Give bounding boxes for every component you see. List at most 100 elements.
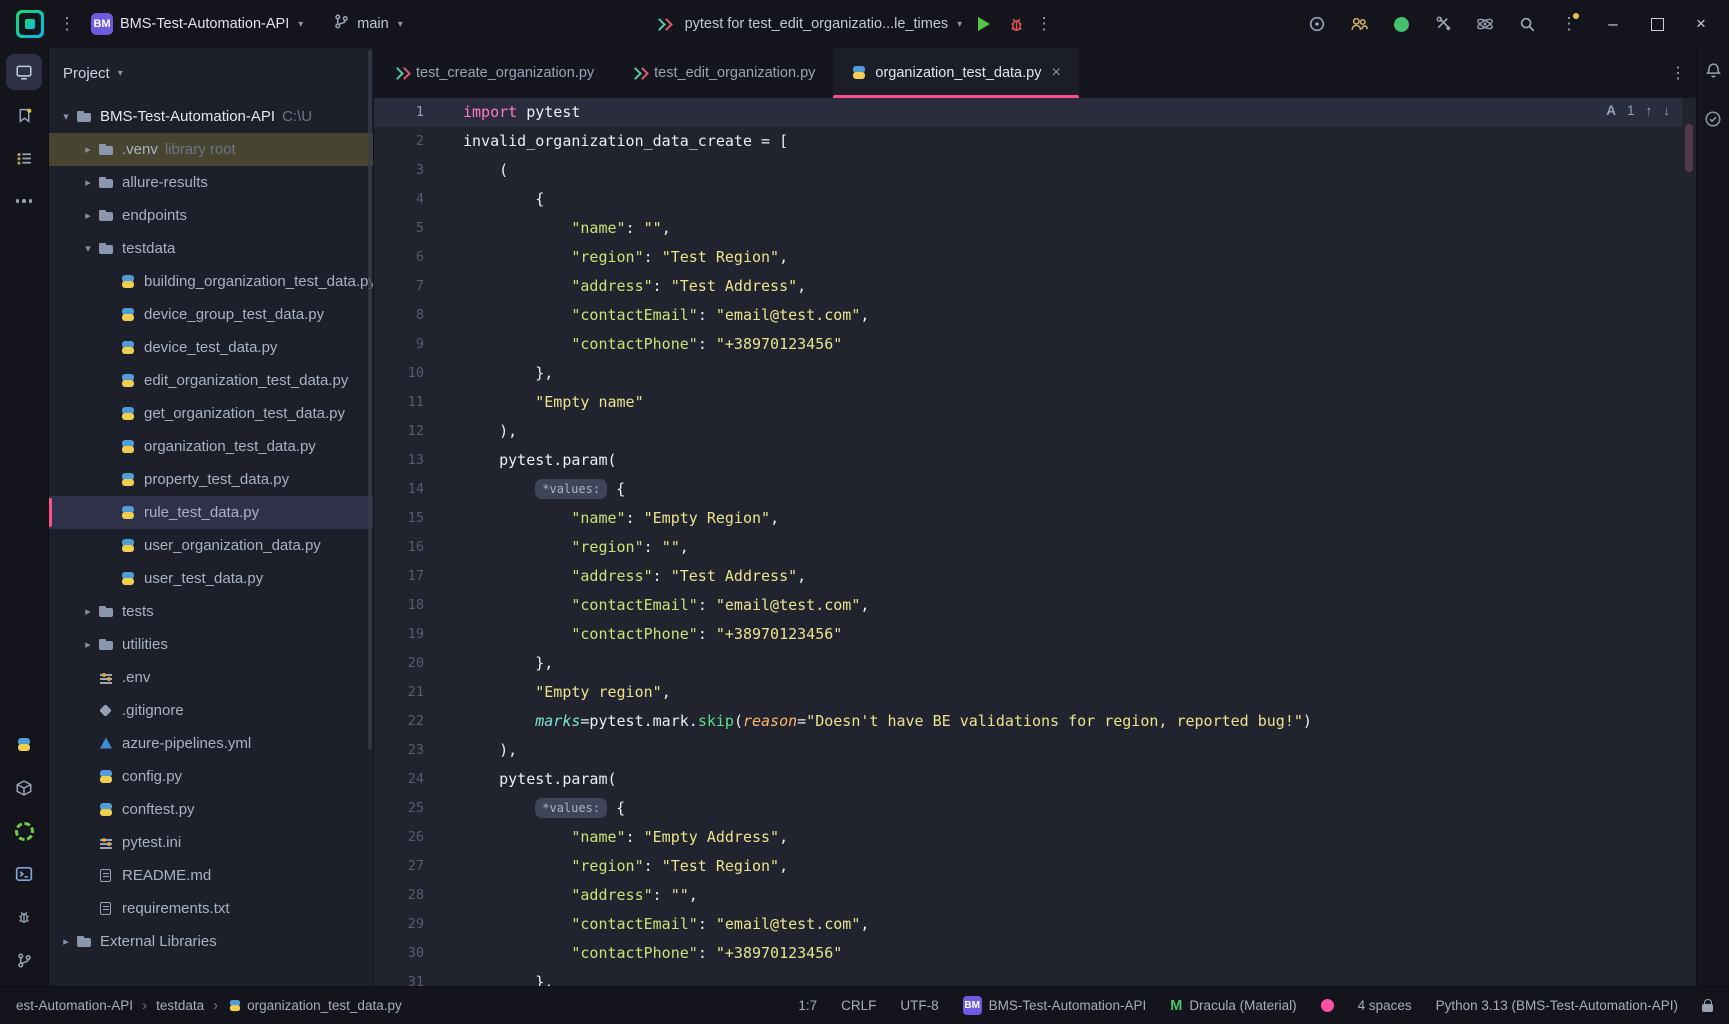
editor-scrollbar-thumb[interactable] [1685,124,1693,172]
terminal-icon[interactable] [6,856,42,892]
tree-item[interactable]: requirements.txt [49,892,373,925]
tree-item[interactable]: get_organization_test_data.py [49,397,373,430]
tree-item[interactable]: config.py [49,760,373,793]
problems-bug-icon[interactable] [6,899,42,935]
python-packages-icon[interactable] [6,770,42,806]
tree-item[interactable]: README.md [49,859,373,892]
editor-tab[interactable]: test_create_organization.py [374,48,612,98]
tree-item-extra: library root [165,141,236,158]
editor-tab[interactable]: organization_test_data.py× [833,48,1078,98]
code-token: , [779,828,788,846]
tree-item[interactable]: pytest.ini [49,826,373,859]
indent-style[interactable]: 4 spaces [1358,998,1412,1013]
tree-item[interactable]: ▸tests [49,595,373,628]
chevron-down-icon: ▾ [118,68,123,79]
code-editor[interactable]: 1import pytest2invalid_organization_data… [374,98,1696,986]
inspections-status-icon[interactable] [1704,110,1722,133]
search-everywhere-icon[interactable] [1511,9,1543,39]
project-toolwindow-icon[interactable] [6,54,42,90]
code-token: reason [743,712,797,730]
settings-more-icon[interactable]: ⋮ [1553,9,1585,39]
previous-occurrence-icon[interactable]: ↑ [1646,103,1653,118]
breadcrumb-item[interactable]: est-Automation-API [16,998,133,1013]
window-close-button[interactable]: × [1679,8,1723,40]
next-occurrence-icon[interactable]: ↓ [1663,103,1670,118]
notifications-bell-icon[interactable] [1705,62,1722,84]
tree-item[interactable]: rule_test_data.py [49,496,373,529]
services-gear-icon[interactable] [6,813,42,849]
run-configuration-widget[interactable]: pytest for test_edit_organizatio...le_ti… [648,16,969,32]
tree-item[interactable]: building_organization_test_data.py [49,265,373,298]
tree-item[interactable]: device_group_test_data.py [49,298,373,331]
main-menu-icon[interactable]: ⋮ [55,14,79,34]
python-interpreter[interactable]: Python 3.13 (BMS-Test-Automation-API) [1436,998,1678,1013]
run-button[interactable] [978,17,990,31]
code-with-me-users-icon[interactable] [1343,9,1375,39]
left-toolwindow-bar [0,48,49,986]
plugins-atom-icon[interactable] [1469,9,1501,39]
code-token: ( [734,712,743,730]
tree-item[interactable]: edit_organization_test_data.py [49,364,373,397]
line-number: 1 [374,98,424,127]
run-more-options-icon[interactable]: ⋮ [1032,14,1056,34]
project-chip: BM [91,13,113,35]
breadcrumb-item[interactable]: testdata [156,998,204,1013]
pycharm-logo[interactable] [16,10,44,38]
tree-item[interactable]: ▸.venvlibrary root [49,133,373,166]
file-encoding[interactable]: UTF-8 [900,998,938,1013]
debug-button[interactable] [1000,9,1032,39]
code-text: "Empty region", [424,678,671,707]
window-minimize-button[interactable]: – [1591,8,1635,40]
tree-item[interactable]: user_organization_data.py [49,529,373,562]
tree-item[interactable]: ▾BMS-Test-Automation-APIC:\U [49,100,373,133]
window-maximize-button[interactable] [1635,8,1679,40]
more-toolwindows-icon[interactable] [6,183,42,219]
build-tools-icon[interactable] [1427,9,1459,39]
line-separator[interactable]: CRLF [841,998,876,1013]
vcs-widget[interactable]: main ▾ [327,13,408,35]
tree-item[interactable]: property_test_data.py [49,463,373,496]
version-control-icon[interactable] [6,942,42,978]
code-token: "Test Region" [662,248,779,266]
tree-item[interactable]: conftest.py [49,793,373,826]
tree-item[interactable]: ▸utilities [49,628,373,661]
jetbrains-ai-icon[interactable] [1301,9,1333,39]
tab-close-icon[interactable]: × [1051,64,1060,82]
bookmarks-icon[interactable] [6,97,42,133]
tree-item[interactable]: .env [49,661,373,694]
project-widget[interactable]: BMBMS-Test-Automation-API [963,996,1147,1015]
tree-item[interactable]: azure-pipelines.yml [49,727,373,760]
tree-item[interactable]: user_test_data.py [49,562,373,595]
tree-item[interactable]: .gitignore [49,694,373,727]
caret-position[interactable]: 1:7 [798,998,817,1013]
tree-item-label: pytest.ini [122,834,181,851]
project-panel-header[interactable]: Project ▾ [49,48,373,98]
structure-icon[interactable] [6,140,42,176]
breadcrumb-item[interactable]: organization_test_data.py [227,998,402,1014]
tree-item[interactable]: ▸External Libraries [49,925,373,958]
editor-scrollbar[interactable] [1682,98,1696,986]
python-console-icon[interactable] [6,727,42,763]
code-line: 20 }, [374,649,1682,678]
tree-item[interactable]: device_test_data.py [49,331,373,364]
project-widget[interactable]: BM BMS-Test-Automation-API ▾ [85,13,309,35]
tree-item[interactable]: organization_test_data.py [49,430,373,463]
service-status-icon[interactable] [1385,9,1417,39]
tree-item[interactable]: ▾testdata [49,232,373,265]
theme-widget[interactable]: MDracula (Material) [1170,998,1296,1014]
tree-item[interactable]: ▸endpoints [49,199,373,232]
run-configuration-name: pytest for test_edit_organizatio...le_ti… [685,16,949,32]
line-number: 14 [374,475,424,504]
tab-options-icon[interactable]: ⋮ [1660,48,1696,98]
project-tree[interactable]: ▾BMS-Test-Automation-APIC:\U▸.venvlibrar… [49,98,373,986]
readonly-lock[interactable] [1702,1000,1713,1012]
accent-color-dot[interactable] [1321,999,1334,1012]
code-line: 23 ), [374,736,1682,765]
code-token: , [662,683,671,701]
tree-item[interactable]: ▸allure-results [49,166,373,199]
editor-tab[interactable]: test_edit_organization.py [612,48,833,98]
code-token: , [680,538,689,556]
code-token: "contactEmail" [571,915,697,933]
code-token: "Empty Region" [644,509,770,527]
project-scrollbar[interactable] [368,50,372,750]
